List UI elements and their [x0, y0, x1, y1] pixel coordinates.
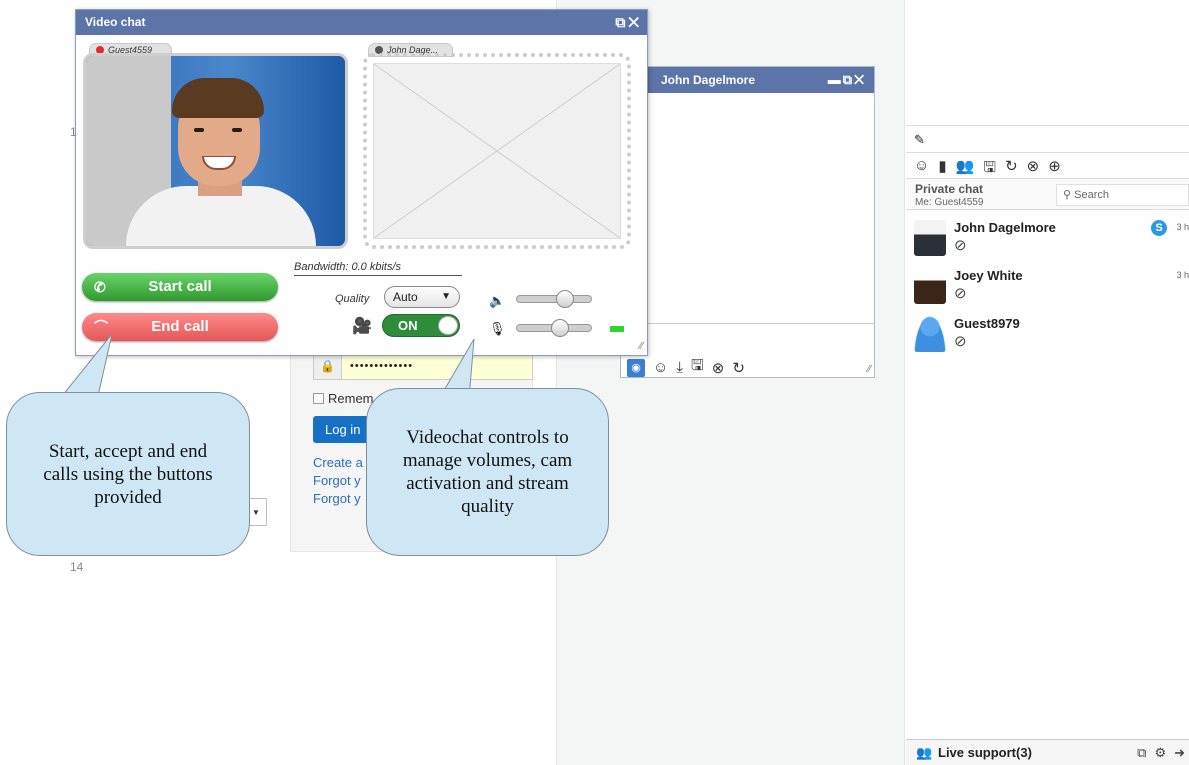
private-chat-section-header: Private chat Me: Guest4559 ⚲ Search — [906, 178, 1189, 210]
close-circle-icon[interactable]: ⊗ — [712, 359, 725, 377]
chevron-down-icon: ▼ — [441, 291, 451, 302]
user-name: Joey White — [954, 268, 1023, 283]
user-time: 3 h — [1176, 222, 1189, 232]
quality-value: Auto — [393, 290, 418, 304]
video-chat-title: Video chat — [85, 15, 146, 29]
live-support-controls: ⧉ ⚙ ➜ — [1137, 745, 1185, 761]
refresh-icon[interactable]: ↻ — [732, 359, 745, 377]
live-support-label: Live support(3) — [938, 745, 1032, 760]
user-list-item[interactable]: John Dagelmore ⊘ S 3 h — [914, 218, 1189, 268]
lock-icon: 🔒 — [314, 353, 342, 379]
local-video-feed — [83, 53, 348, 249]
callout-video-controls: Videochat controls to manage volumes, ca… — [366, 388, 609, 556]
search-input[interactable]: ⚲ Search — [1056, 184, 1189, 206]
remember-me-label: Remem — [328, 391, 374, 406]
search-placeholder: Search — [1074, 189, 1109, 201]
start-call-button[interactable]: ✆ Start call — [82, 273, 278, 301]
settings-icon[interactable]: ⚙ — [1154, 745, 1166, 761]
start-call-label: Start call — [148, 278, 212, 295]
sidebar-toolbar: ✎ — [906, 125, 1189, 153]
save-icon[interactable]: 🖫 — [691, 355, 704, 380]
search-icon: ⚲ — [1063, 189, 1072, 201]
quality-select[interactable]: Auto ▼ — [384, 286, 460, 308]
camera-toggle-label: ON — [398, 318, 418, 333]
live-support-bar[interactable]: 👥 Live support(3) ⧉ ⚙ ➜ — [906, 739, 1189, 765]
video-chat-window: Video chat ⧉✕ Guest4559 John Dage... Ban… — [75, 9, 648, 356]
webcam-icon[interactable]: ◉ — [627, 358, 645, 377]
camera-icon: 🎥 — [352, 318, 372, 335]
phone-icon: ✆ — [94, 279, 106, 295]
camera-toggle[interactable]: ON — [382, 314, 460, 337]
callout-text: Videochat controls to manage volumes, ca… — [402, 427, 573, 517]
download-icon[interactable]: ⤓ — [676, 359, 683, 376]
speaker-volume-slider[interactable] — [516, 290, 592, 308]
speaker-icon: 🔈 — [489, 293, 506, 308]
empty-video-icon — [373, 63, 621, 239]
mic-volume-slider[interactable] — [516, 319, 592, 337]
private-chat-title: John Dagelmore — [661, 73, 756, 87]
window-controls[interactable]: ⧉✕ — [615, 10, 642, 35]
quality-label: Quality — [335, 293, 370, 305]
user-name: John Dagelmore — [954, 220, 1056, 235]
callout-tail — [60, 333, 113, 397]
default-avatar-icon — [914, 316, 946, 352]
status-blocked-icon: ⊘ — [954, 333, 967, 350]
user-name: Guest8979 — [954, 316, 1020, 331]
private-chat-header[interactable]: John Dagelmore ▬⧉✕ — [621, 67, 874, 93]
callout-call-buttons: Start, accept and end calls using the bu… — [6, 392, 250, 556]
user-time: 3 h — [1176, 270, 1189, 280]
row-number: 14 — [70, 560, 84, 574]
pencil-icon[interactable]: ✎ — [914, 132, 925, 147]
avatar — [914, 220, 946, 256]
popout-icon[interactable]: ⧉ — [1137, 745, 1146, 761]
smiley-icon[interactable]: ☺ — [653, 359, 668, 376]
callout-text: Start, accept and end calls using the bu… — [43, 440, 213, 508]
forgot-password-link[interactable]: Forgot y — [313, 491, 361, 506]
status-blocked-icon: ⊘ — [954, 285, 967, 302]
microphone-icon: 🎙 — [489, 321, 506, 336]
status-blocked-icon: ⊘ — [954, 237, 967, 254]
users-icon: 👥 — [916, 745, 933, 760]
create-account-link[interactable]: Create a — [313, 455, 363, 470]
end-call-label: End call — [151, 318, 209, 335]
bandwidth-label: Bandwidth: 0.0 kbits/s — [294, 261, 462, 276]
resize-handle-icon[interactable]: ⁄⁄ — [868, 364, 871, 375]
private-chat-toolbar: ◉ ☺ ⤓ 🖫 ⊗ ↻ — [627, 355, 745, 380]
remote-video-placeholder — [363, 53, 631, 249]
remember-me-checkbox[interactable]: Remem — [313, 391, 374, 406]
checkbox-box[interactable] — [313, 393, 324, 404]
resize-handle-icon[interactable]: ⁄⁄ — [640, 341, 643, 352]
video-chat-header[interactable]: Video chat ⧉✕ — [76, 10, 647, 35]
private-chat-window: John Dagelmore ▬⧉✕ ◉ ☺ ⤓ 🖫 ⊗ ↻ ⁄⁄ — [620, 66, 875, 378]
login-button[interactable]: Log in — [313, 416, 373, 443]
current-user-label: Me: Guest4559 — [915, 197, 984, 208]
skype-icon[interactable]: S — [1151, 220, 1167, 236]
slider-handle[interactable] — [556, 290, 575, 308]
slider-handle[interactable] — [550, 319, 569, 337]
avatar — [914, 268, 946, 304]
user-list-item[interactable]: Guest8979 ⊘ — [914, 314, 1189, 364]
toggle-knob[interactable] — [438, 316, 458, 335]
mic-level-indicator — [610, 326, 624, 332]
forgot-username-link[interactable]: Forgot y — [313, 473, 361, 488]
message-input-divider — [621, 323, 874, 324]
user-list-item[interactable]: Joey White ⊘ 3 h — [914, 266, 1189, 316]
logout-icon[interactable]: ➜ — [1174, 745, 1185, 761]
chat-sidebar: ✎ ☺ ▮ 👥 🖫 ↻ ⊗ ⊕ Private chat Me: Guest45… — [906, 0, 1189, 765]
window-controls[interactable]: ▬⧉✕ — [828, 67, 866, 93]
private-chat-title: Private chat — [915, 182, 984, 196]
